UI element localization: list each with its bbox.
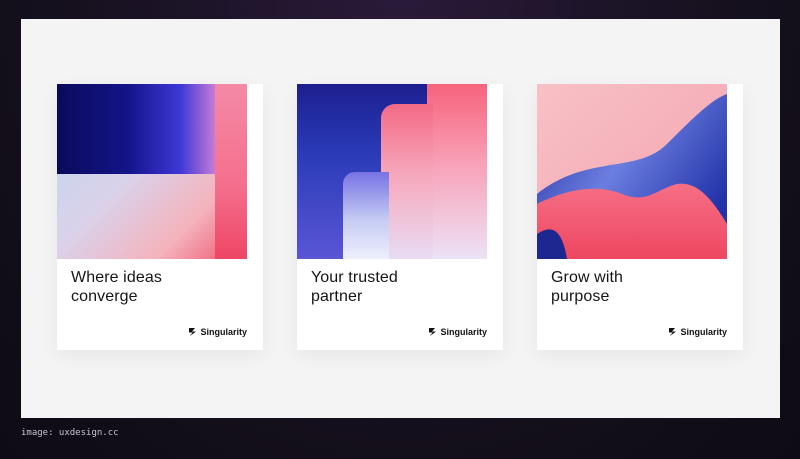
card-grow-with-purpose: Grow with purpose Singularity — [537, 84, 743, 350]
card-title: Where ideas converge — [71, 269, 162, 305]
brand-name: Singularity — [440, 327, 487, 337]
presentation-canvas: Where ideas converge Singularity Your tr… — [21, 19, 780, 418]
card-your-trusted-partner: Your trusted partner Singularity — [297, 84, 503, 350]
gradient-pillar-short — [343, 172, 389, 259]
gradient-artwork — [297, 84, 487, 259]
singularity-logo-icon — [669, 328, 677, 336]
brand-logo: Singularity — [428, 327, 487, 337]
wave-shapes — [537, 84, 727, 259]
brand-name: Singularity — [680, 327, 727, 337]
gradient-block — [57, 84, 215, 174]
brand-logo: Singularity — [188, 327, 247, 337]
gradient-band — [215, 84, 247, 259]
gradient-band — [427, 84, 487, 259]
brand-name: Singularity — [200, 327, 247, 337]
card-title: Grow with purpose — [551, 269, 624, 305]
singularity-logo-icon — [189, 328, 197, 336]
card-where-ideas-converge: Where ideas converge Singularity — [57, 84, 263, 350]
singularity-logo-icon — [429, 328, 437, 336]
gradient-artwork — [537, 84, 727, 259]
brand-logo: Singularity — [668, 327, 727, 337]
image-credit: image: uxdesign.cc — [21, 428, 119, 438]
card-title: Your trusted partner — [311, 269, 398, 305]
gradient-artwork — [57, 84, 247, 259]
